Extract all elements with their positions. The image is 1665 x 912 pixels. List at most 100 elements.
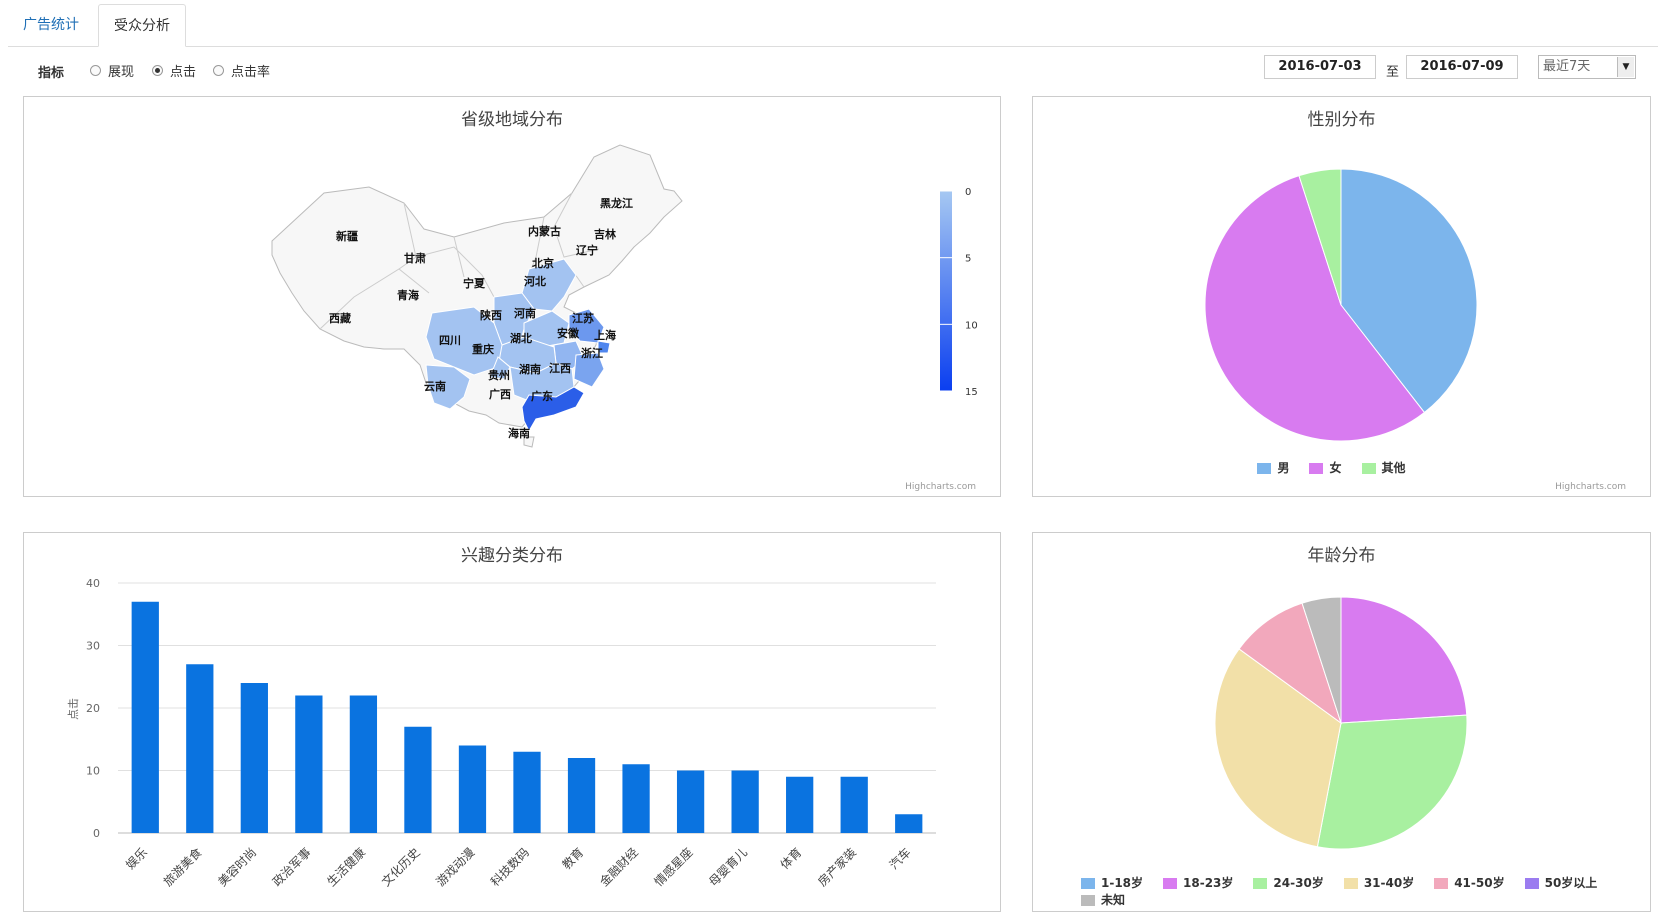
province-label: 湖南 [519, 362, 541, 376]
age-slice [1316, 714, 1468, 850]
age-legend: 1-18岁 18-23岁 24-30岁 31-40岁 41-50岁 50岁以上未知 [1081, 875, 1641, 909]
legend-swatch [1081, 878, 1095, 889]
x-tick-label: 科技数码 [487, 845, 532, 890]
age-pie [1214, 596, 1468, 850]
legend-item[interactable]: 其他 [1361, 459, 1406, 476]
y-tick-label: 40 [86, 577, 100, 590]
bar [567, 758, 596, 833]
legend-item[interactable]: 女 [1309, 459, 1342, 476]
tab-audience-analysis[interactable]: 受众分析 [98, 4, 186, 47]
province-label: 辽宁 [576, 243, 598, 257]
map-panel: 省级地域分布 新疆 西藏 甘肃 青海 宁夏 内蒙古 黑龙江 吉林 辽宁 北京 河北 陕西 河南 江苏 上海安… [23, 96, 1001, 497]
legend-swatch [1524, 878, 1539, 889]
range-select-value: 最近7天 [1543, 59, 1591, 74]
province-label: 内蒙古 [528, 224, 561, 238]
x-tick-label: 生活健康 [324, 845, 369, 890]
radio-label: 点击 [170, 65, 197, 80]
legend-swatch [1253, 878, 1268, 889]
province-label: 陕西 [480, 308, 502, 322]
province-label: 吉林 [594, 227, 616, 241]
province-label: 云南 [424, 379, 446, 393]
age-panel: 年龄分布 1-18岁 18-23岁 24-30岁 31-40岁 41-50岁 50岁以上未… [1032, 532, 1651, 912]
colorbar-tick-label: 15 [965, 387, 978, 398]
date-separator: 至 [1386, 65, 1400, 80]
legend-item[interactable]: 31-40岁 [1343, 875, 1414, 892]
y-axis-label: 点击 [67, 698, 80, 720]
x-tick-label: 教育 [559, 845, 587, 873]
x-tick-label: 母婴育儿 [705, 845, 750, 890]
x-tick-label: 体育 [777, 845, 805, 873]
x-tick-label: 情感星座 [651, 845, 696, 890]
legend-item[interactable]: 未知 [1081, 892, 1125, 909]
legend-item[interactable]: 18-23岁 [1163, 875, 1233, 892]
bar [404, 726, 432, 833]
bar [131, 601, 159, 833]
chevron-down-icon[interactable]: ▼ [1617, 57, 1634, 77]
bar [840, 776, 868, 833]
age-slice [1340, 596, 1468, 724]
bar [240, 683, 268, 833]
legend-swatch [1434, 878, 1449, 889]
province-label: 甘肃 [404, 251, 426, 265]
tab-ad-stats[interactable]: 广告统计 [8, 4, 94, 46]
bar [676, 770, 705, 833]
legend-label: 24-30岁 [1273, 876, 1324, 890]
x-tick-label: 汽车 [886, 845, 914, 873]
x-tick-label: 娱乐 [123, 845, 150, 872]
province-label: 四川 [439, 334, 461, 347]
gender-panel: 性别分布 男女其他 Highcharts.com [1032, 96, 1651, 497]
province-label: 河南 [514, 306, 536, 320]
legend-swatch [1343, 878, 1358, 889]
legend-swatch [1081, 895, 1095, 906]
colorbar [940, 191, 952, 391]
colorbar-tick-label: 0 [965, 187, 971, 198]
radio-dot-icon[interactable] [152, 65, 163, 76]
legend-swatch [1309, 463, 1324, 474]
province-label: 北京 [532, 256, 554, 270]
bar [513, 751, 541, 833]
radio-label: 展现 [108, 65, 135, 80]
gender-credit: Highcharts.com [1555, 482, 1626, 492]
province-label: 海南 [508, 426, 530, 440]
x-tick-label: 游戏动漫 [433, 845, 477, 889]
radio-dot-icon[interactable] [90, 65, 101, 76]
province-label: 江苏 [572, 311, 594, 325]
gender-pie [1204, 168, 1478, 442]
radio-label: 点击率 [231, 65, 271, 80]
legend-label: 男 [1277, 461, 1290, 475]
range-select[interactable]: 最近7天 ▼ [1538, 55, 1636, 79]
radio-ctr[interactable]: 点击率 [213, 61, 270, 80]
province-label: 安徽 [557, 326, 580, 340]
bar [786, 776, 814, 833]
province-label: 青海 [397, 288, 419, 302]
tab-bar: 广告统计 受众分析 [8, 4, 1658, 47]
province-label: 宁夏 [463, 276, 486, 290]
radio-clicks[interactable]: 点击 [152, 61, 196, 80]
y-tick-label: 0 [93, 827, 100, 840]
colorbar-tick-label: 5 [965, 254, 971, 265]
x-tick-label: 美容时尚 [215, 845, 260, 890]
bar [731, 770, 759, 833]
legend-item[interactable]: 41-50岁 [1434, 875, 1505, 892]
radio-dot-icon[interactable] [213, 65, 224, 76]
map-credit: Highcharts.com [905, 482, 976, 492]
legend-item[interactable]: 男 [1257, 459, 1289, 476]
province-label: 广西 [489, 387, 511, 401]
bar [895, 814, 923, 833]
legend-item[interactable]: 1-18岁 [1081, 875, 1143, 892]
y-tick-label: 20 [86, 702, 100, 715]
legend-label: 41-50岁 [1454, 876, 1505, 890]
legend-item[interactable]: 24-30岁 [1253, 875, 1324, 892]
legend-label: 18-23岁 [1183, 876, 1234, 890]
legend-swatch [1163, 878, 1178, 889]
end-date-input[interactable]: 2016-07-09 [1406, 55, 1518, 79]
metric-label: 指标 [38, 66, 65, 81]
y-tick-label: 10 [86, 765, 100, 778]
start-date-input[interactable]: 2016-07-03 [1264, 55, 1376, 79]
legend-item[interactable]: 50岁以上 [1524, 875, 1597, 892]
province-label: 广东 [531, 389, 553, 403]
gender-legend: 男 女 其他 [1033, 459, 1650, 476]
x-tick-label: 政治军事 [270, 845, 314, 889]
province-label: 上海 [594, 328, 616, 342]
radio-impressions[interactable]: 展现 [90, 61, 134, 80]
